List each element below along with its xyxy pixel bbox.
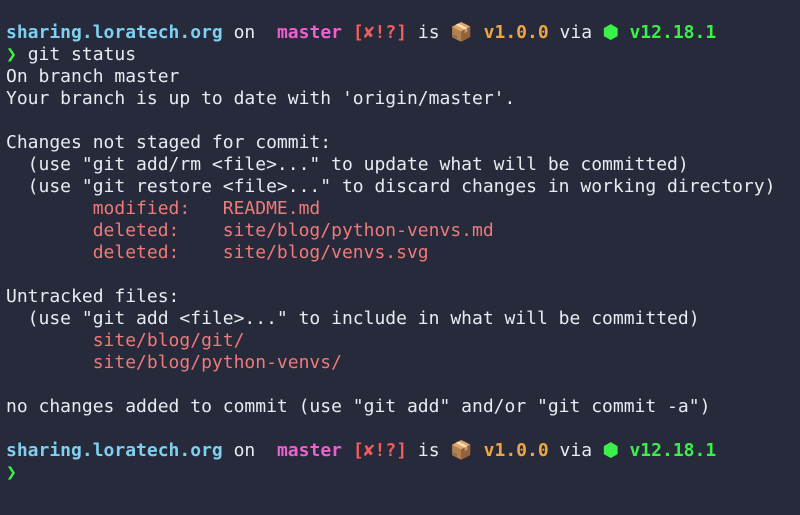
prompt-package-version: v1.0.0 [483, 440, 549, 461]
prompt-via-text: via [559, 22, 593, 43]
prompt-host: sharing.loratech.org [6, 440, 223, 461]
untracked-header: Untracked files: [6, 286, 180, 307]
untracked-hint: (use "git add <file>..." to include in w… [6, 308, 700, 329]
prompt-git-status: [✘!?] [352, 440, 408, 461]
package-box-icon: 📦 [450, 440, 473, 461]
prompt-node-version: v12.18.1 [629, 22, 717, 43]
command-line: ❯ git status [6, 44, 800, 66]
unstaged-file-line: modified: README.md [6, 198, 321, 219]
prompt-package-version: v1.0.0 [483, 22, 549, 43]
prompt-line: sharing.loratech.org on master [✘!?] is … [6, 22, 800, 44]
unstaged-hint: (use "git add/rm <file>..." to update wh… [6, 154, 689, 175]
prompt-is-text: is [417, 440, 440, 461]
prompt-line: sharing.loratech.org on master [✘!?] is … [6, 440, 800, 462]
terminal-window[interactable]: sharing.loratech.org on master [✘!?] is … [0, 0, 800, 515]
prompt-node-version: v12.18.1 [629, 440, 717, 461]
prompt-branch-name: master [276, 22, 342, 43]
unstaged-file-line: deleted: site/blog/venvs.svg [6, 242, 429, 263]
prompt-is-text: is [417, 22, 440, 43]
prompt-git-status: [✘!?] [352, 22, 408, 43]
prompt-branch-name: master [276, 440, 342, 461]
chevron-right-icon: ❯ [6, 462, 17, 483]
nodejs-hexagon-icon: ⬢ [602, 22, 619, 43]
unstaged-hint: (use "git restore <file>..." to discard … [6, 176, 776, 197]
output-line: Your branch is up to date with 'origin/m… [6, 88, 516, 109]
prompt-host: sharing.loratech.org [6, 22, 223, 43]
output-line: On branch master [6, 66, 180, 87]
command-text: git status [27, 44, 137, 65]
unstaged-file-line: deleted: site/blog/python-venvs.md [6, 220, 494, 241]
untracked-file-line: site/blog/git/ [6, 330, 245, 351]
package-box-icon: 📦 [450, 22, 473, 43]
unstaged-header: Changes not staged for commit: [6, 132, 332, 153]
chevron-right-icon: ❯ [6, 44, 17, 65]
prompt-on-text: on [233, 22, 256, 43]
input-line[interactable]: ❯ [6, 462, 800, 484]
status-summary: no changes added to commit (use "git add… [6, 396, 711, 417]
untracked-file-line: site/blog/python-venvs/ [6, 352, 342, 373]
prompt-via-text: via [559, 440, 593, 461]
prompt-on-text: on [233, 440, 256, 461]
nodejs-hexagon-icon: ⬢ [602, 440, 619, 461]
